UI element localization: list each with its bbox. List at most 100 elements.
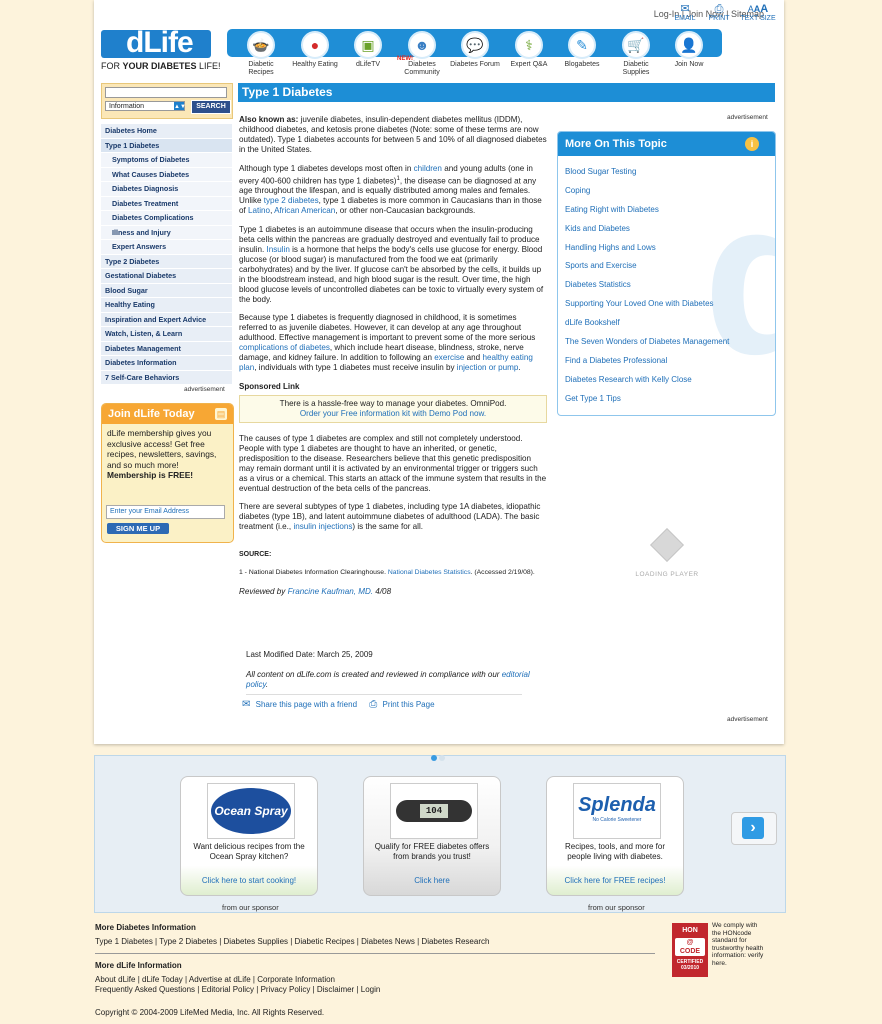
topic-link[interactable]: The Seven Wonders of Diabetes Management <box>565 333 775 352</box>
text: . (Accessed 2/19/08). <box>470 569 535 577</box>
injection-or-pump-link[interactable]: injection or pump <box>457 363 519 372</box>
insulin-link[interactable]: Insulin <box>266 245 289 254</box>
left-nav-subitem[interactable]: Diabetes Treatment <box>101 196 232 211</box>
footer-links[interactable]: Type 1 Diabetes | Type 2 Diabetes | Diab… <box>95 937 489 946</box>
people-icon: ☻ <box>408 31 436 59</box>
left-nav-item[interactable]: Inspiration and Expert Advice <box>101 312 232 327</box>
carousel-dot-active[interactable] <box>431 755 437 761</box>
sign-me-up-button[interactable]: SIGN ME UP <box>107 523 169 534</box>
left-nav-item[interactable]: Diabetes Information <box>101 356 232 371</box>
print-page-link[interactable]: Print this Page <box>383 700 435 709</box>
left-nav-subitem[interactable]: Symptoms of Diabetes <box>101 153 232 168</box>
topic-link[interactable]: Diabetes Statistics <box>565 276 775 295</box>
from-sponsor-label: from our sponsor <box>222 903 279 912</box>
complications-link[interactable]: complications of diabetes <box>239 343 330 352</box>
email-button[interactable]: ✉ EMAIL <box>672 3 698 22</box>
national-diabetes-statistics-link[interactable]: National Diabetes Statistics <box>388 569 471 576</box>
print-button[interactable]: ⎙ PRINT <box>706 3 732 22</box>
topic-link[interactable]: Supporting Your Loved One with Diabetes <box>565 295 775 314</box>
topic-link[interactable]: Get Type 1 Tips <box>565 390 775 409</box>
left-nav-item[interactable]: Diabetes Management <box>101 341 232 356</box>
article-paragraph: Type 1 diabetes is an autoimmune disease… <box>239 225 547 305</box>
sponsor-link[interactable]: Click here for FREE recipes! <box>547 876 683 885</box>
nav-healthy-eating[interactable]: ● Healthy Eating <box>289 31 341 69</box>
sponsored-link-heading: Sponsored Link <box>239 381 300 391</box>
topic-link[interactable]: Coping <box>565 182 775 201</box>
left-nav-subitem[interactable]: Expert Answers <box>101 240 232 255</box>
email-field[interactable]: Enter your Email Address <box>106 505 225 519</box>
search-button[interactable]: SEARCH <box>191 100 231 114</box>
left-nav-item[interactable]: Gestational Diabetes <box>101 269 232 284</box>
latino-link[interactable]: Latino <box>248 206 270 215</box>
apple-icon: ● <box>301 31 329 59</box>
topic-link[interactable]: Diabetes Research with Kelly Close <box>565 371 775 390</box>
left-nav-subitem[interactable]: What Causes Diabetes <box>101 167 232 182</box>
left-nav-subitem[interactable]: Diabetes Complications <box>101 211 232 226</box>
left-nav-item[interactable]: Healthy Eating <box>101 298 232 313</box>
topic-link[interactable]: Handling Highs and Lows <box>565 239 775 258</box>
type-2-diabetes-link[interactable]: type 2 diabetes <box>264 196 319 205</box>
african-american-link[interactable]: African American <box>274 206 335 215</box>
sponsor-card[interactable]: Ocean Spray Want delicious recipes from … <box>180 776 318 896</box>
sponsor-card[interactable]: Splenda No Calorie Sweetener Recipes, to… <box>546 776 684 896</box>
logo[interactable]: dLife <box>126 26 194 60</box>
join-promo-box: Join dLife Today ▤ dLife membership give… <box>101 403 234 543</box>
left-nav-item[interactable]: Diabetes Home <box>101 124 232 139</box>
carousel-next-button[interactable]: › <box>731 812 777 845</box>
nav-blogabetes[interactable]: ✎ Blogabetes <box>556 31 608 69</box>
nav-diabetes-community[interactable]: ☻ Diabetes Community <box>396 31 448 77</box>
left-nav-item[interactable]: Type 2 Diabetes <box>101 254 232 269</box>
info-icon[interactable]: i <box>745 137 759 151</box>
carousel-dot[interactable] <box>439 755 445 761</box>
divider <box>246 694 522 695</box>
search-select-value: Information <box>109 103 145 110</box>
left-nav-subitem[interactable]: Illness and Injury <box>101 225 232 240</box>
left-nav-subitem[interactable]: Diabetes Diagnosis <box>101 182 232 197</box>
topic-link[interactable]: Sports and Exercise <box>565 257 775 276</box>
sponsored-link-box[interactable]: There is a hassle-free way to manage you… <box>239 394 547 423</box>
share-page-link[interactable]: Share this page with a friend <box>256 700 357 709</box>
left-nav-item[interactable]: 7 Self-Care Behaviors <box>101 370 232 385</box>
nav-join-now[interactable]: 👤 Join Now <box>663 31 715 69</box>
footer-links[interactable]: About dLife | dLife Today | Advertise at… <box>95 975 335 984</box>
article-body: Also known as: juvenile diabetes, insuli… <box>239 115 547 597</box>
search-category-select[interactable]: Information ▲▼ <box>105 101 186 111</box>
nav-diabetic-supplies[interactable]: 🛒 Diabetic Supplies <box>610 31 662 77</box>
nav-diabetic-recipes[interactable]: 🍲 Diabetic Recipes <box>235 31 287 77</box>
share-bar: ✉ Share this page with a friend ⎙ Print … <box>242 699 435 710</box>
text: 1 - National Diabetes Information Cleari… <box>239 569 388 577</box>
nav-dlifetv[interactable]: ▣ dLifeTV <box>342 31 394 69</box>
reviewer-link[interactable]: Francine Kaufman, MD. <box>288 587 373 596</box>
topic-link[interactable]: Find a Diabetes Professional <box>565 352 775 371</box>
insulin-injections-link[interactable]: insulin injections <box>293 522 352 531</box>
more-on-topic-title: More On This Topic <box>558 132 775 156</box>
topic-list: Blood Sugar Testing Coping Eating Right … <box>558 156 775 409</box>
nav-expert-qa[interactable]: ⚕ Expert Q&A <box>503 31 555 69</box>
person-icon: 👤 <box>675 31 703 59</box>
sponsor-link[interactable]: Click here to start cooking! <box>181 876 317 885</box>
nav-diabetes-forum[interactable]: 💬 Diabetes Forum <box>449 31 501 69</box>
advertisement-label: advertisement <box>727 716 768 723</box>
topic-link[interactable]: Blood Sugar Testing <box>565 163 775 182</box>
sponsor-link[interactable]: Click here <box>364 876 500 885</box>
sponsored-link[interactable]: Order your Free information kit with Dem… <box>300 409 486 418</box>
sponsor-card[interactable]: 104 Qualify for FREE diabetes offers fro… <box>363 776 501 896</box>
topic-link[interactable]: Eating Right with Diabetes <box>565 201 775 220</box>
footer-links[interactable]: Frequently Asked Questions | Editorial P… <box>95 985 380 994</box>
left-nav-item[interactable]: Type 1 Diabetes <box>101 138 232 153</box>
children-link[interactable]: children <box>414 164 442 173</box>
video-player[interactable]: LOADING PLAYER <box>627 528 707 578</box>
hon-badge[interactable]: HON @ CODE CERTIFIED 03/2010 <box>672 923 708 977</box>
search-input[interactable] <box>105 87 227 98</box>
copyright: Copyright © 2004-2009 LifeMed Media, Inc… <box>95 1008 325 1017</box>
text: 4/08 <box>373 586 392 596</box>
left-nav-item[interactable]: Watch, Listen, & Learn <box>101 327 232 342</box>
left-nav-item[interactable]: Blood Sugar <box>101 283 232 298</box>
article-paragraph: There are several subtypes of type 1 dia… <box>239 502 547 532</box>
reviewed-by: Reviewed by Francine Kaufman, MD. 4/08 <box>239 587 547 597</box>
topic-link[interactable]: Kids and Diabetes <box>565 220 775 239</box>
topic-link[interactable]: dLife Bookshelf <box>565 314 775 333</box>
text-size-control[interactable]: AAA TEXT SIZE <box>740 3 776 22</box>
nav-label: Join Now <box>674 61 704 68</box>
exercise-link[interactable]: exercise <box>434 353 464 362</box>
